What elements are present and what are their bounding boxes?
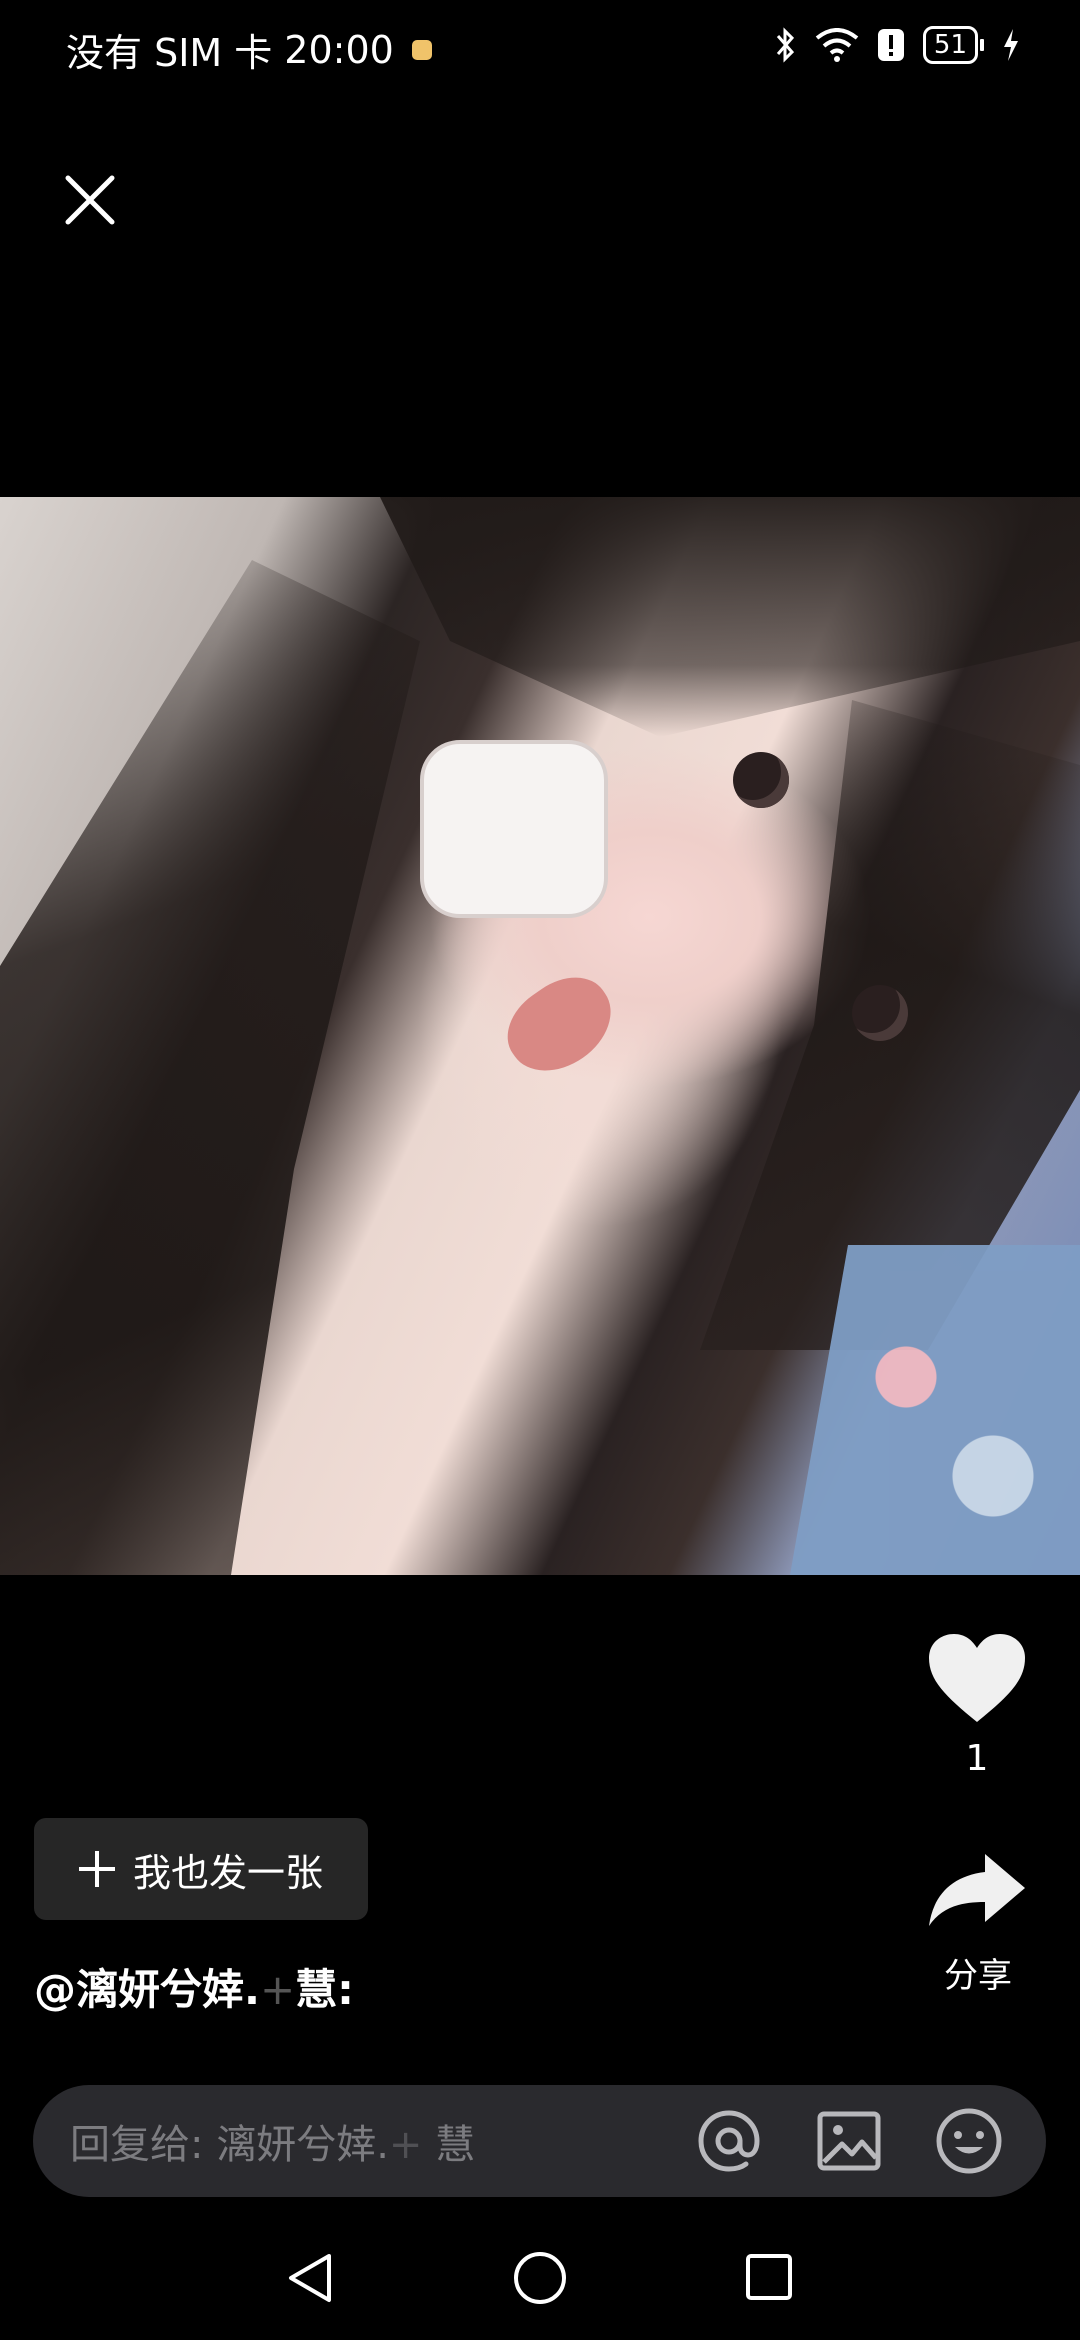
reply-placeholder-cross: + bbox=[388, 2122, 423, 2168]
share-button[interactable] bbox=[925, 1850, 1029, 1930]
carrier-text: 没有 SIM 卡 bbox=[66, 31, 273, 75]
at-icon bbox=[698, 2110, 760, 2172]
status-left: 没有 SIM 卡 20:00 bbox=[66, 22, 432, 77]
home-icon bbox=[514, 2252, 566, 2304]
emoji-button[interactable] bbox=[934, 2106, 1004, 2176]
status-right: 51 bbox=[775, 26, 1020, 64]
like-count: 1 bbox=[965, 1738, 989, 1779]
plus-icon bbox=[78, 1851, 115, 1887]
photo-eye-left bbox=[733, 752, 789, 808]
recent-apps-icon bbox=[746, 2254, 792, 2300]
close-icon bbox=[65, 175, 115, 225]
time-text: 20:00 bbox=[284, 27, 394, 72]
back-icon bbox=[289, 2254, 331, 2302]
wifi-icon bbox=[815, 28, 859, 62]
at-mention-button[interactable] bbox=[694, 2106, 764, 2176]
charging-icon bbox=[1004, 29, 1018, 61]
reply-input[interactable]: 回复给: 漓妍兮婞.+ 慧 bbox=[70, 2112, 475, 2170]
battery-tip bbox=[980, 39, 984, 51]
like-button[interactable] bbox=[925, 1630, 1029, 1726]
reply-placeholder-main: 回复给: 漓妍兮婞. bbox=[70, 2122, 389, 2168]
bluetooth-icon bbox=[776, 27, 794, 63]
post-button-label: 我也发一张 bbox=[132, 1850, 323, 1895]
heart-icon bbox=[929, 1634, 1025, 1722]
mention-suffix: 慧: bbox=[295, 1965, 354, 2014]
nav-recent-apps-button[interactable] bbox=[744, 2252, 794, 2302]
battery-icon: 51 bbox=[922, 26, 984, 64]
alert-icon bbox=[877, 29, 904, 61]
post-one-too-button[interactable]: 我也发一张 bbox=[34, 1818, 368, 1920]
photo-eye-right bbox=[852, 985, 908, 1041]
nav-home-button[interactable] bbox=[512, 2250, 568, 2306]
mention-prefix: @漓妍兮婞. bbox=[34, 1965, 260, 2014]
reply-placeholder-end: 慧 bbox=[422, 2122, 476, 2168]
photo-sticker bbox=[420, 740, 608, 918]
image-icon bbox=[817, 2111, 881, 2171]
nav-back-button[interactable] bbox=[283, 2250, 339, 2306]
share-icon bbox=[929, 1854, 1025, 1926]
share-label: 分享 bbox=[944, 1956, 1012, 1996]
status-bar: 没有 SIM 卡 20:00 51 bbox=[0, 0, 1080, 100]
mention-cross: + bbox=[259, 1965, 296, 2014]
image-picker-button[interactable] bbox=[814, 2106, 884, 2176]
notification-icon bbox=[411, 39, 432, 60]
close-button[interactable] bbox=[60, 170, 120, 230]
mention-text[interactable]: @漓妍兮婞.+慧: bbox=[34, 1956, 354, 2017]
emoji-icon bbox=[936, 2108, 1002, 2174]
battery-level: 51 bbox=[922, 26, 978, 64]
